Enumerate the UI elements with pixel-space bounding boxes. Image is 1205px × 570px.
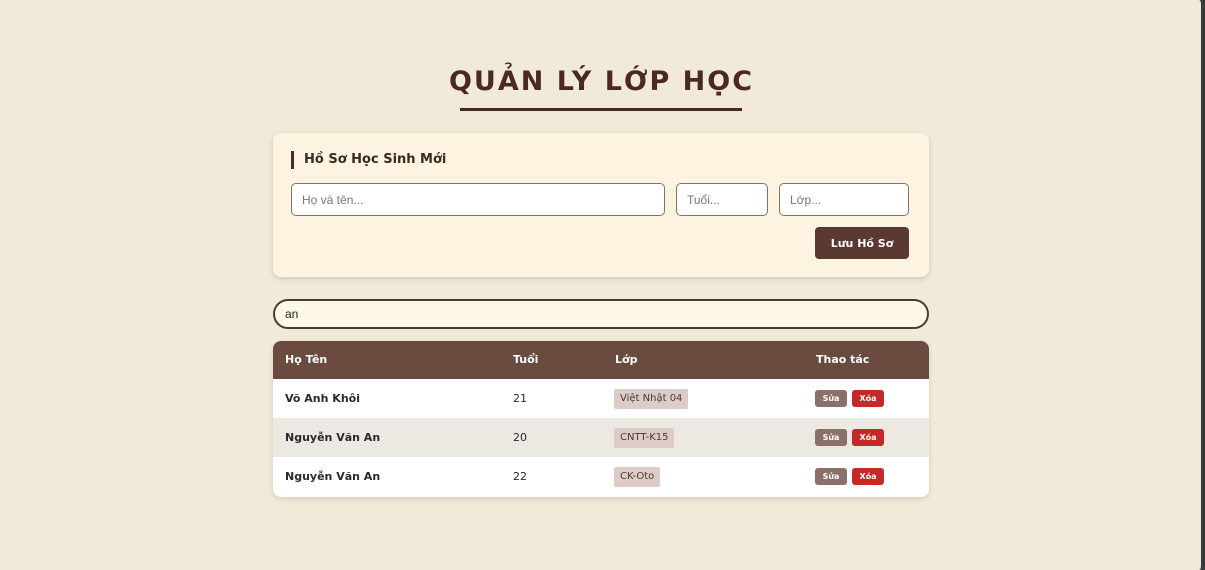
student-age: 21 (513, 392, 527, 405)
student-age: 22 (513, 470, 527, 483)
class-badge: CNTT-K15 (614, 428, 675, 448)
age-input[interactable] (676, 183, 768, 216)
edit-button[interactable]: Sửa (815, 429, 847, 446)
save-profile-button[interactable]: Lưu Hồ Sơ (815, 227, 909, 259)
form-heading: Hồ Sơ Học Sinh Mới (291, 151, 446, 169)
student-name: Nguyễn Văn An (285, 470, 381, 483)
search-input[interactable] (273, 299, 929, 329)
student-name: Nguyễn Văn An (285, 431, 381, 444)
title-underline (460, 108, 742, 111)
class-badge: Việt Nhật 04 (614, 389, 689, 409)
student-name: Võ Anh Khôi (285, 392, 360, 405)
student-table: Họ Tên Tuổi Lớp Thao tác Võ Anh Khôi 21 … (273, 341, 929, 497)
name-input[interactable] (291, 183, 665, 216)
table-header: Họ Tên Tuổi Lớp Thao tác (273, 341, 929, 379)
edit-button[interactable]: Sửa (815, 390, 847, 407)
class-input[interactable] (779, 183, 909, 216)
header-class: Lớp (615, 353, 638, 366)
student-age: 20 (513, 431, 527, 444)
page-title: QUẢN LÝ LỚP HỌC (448, 66, 755, 97)
table-row: Nguyễn Văn An 22 CK-Oto Sửa Xóa (273, 457, 929, 496)
header-actions: Thao tác (816, 353, 870, 366)
delete-button[interactable]: Xóa (852, 390, 884, 407)
delete-button[interactable]: Xóa (852, 429, 884, 446)
table-row: Võ Anh Khôi 21 Việt Nhật 04 Sửa Xóa (273, 379, 929, 418)
class-badge: CK-Oto (614, 467, 661, 487)
header-name: Họ Tên (285, 353, 328, 366)
header-age: Tuổi (513, 353, 539, 366)
table-row: Nguyễn Văn An 20 CNTT-K15 Sửa Xóa (273, 418, 929, 457)
delete-button[interactable]: Xóa (852, 468, 884, 485)
edit-button[interactable]: Sửa (815, 468, 847, 485)
app-window: QUẢN LÝ LỚP HỌC Hồ Sơ Học Sinh Mới Lưu H… (0, 0, 1203, 570)
new-student-form: Hồ Sơ Học Sinh Mới Lưu Hồ Sơ (273, 133, 929, 277)
